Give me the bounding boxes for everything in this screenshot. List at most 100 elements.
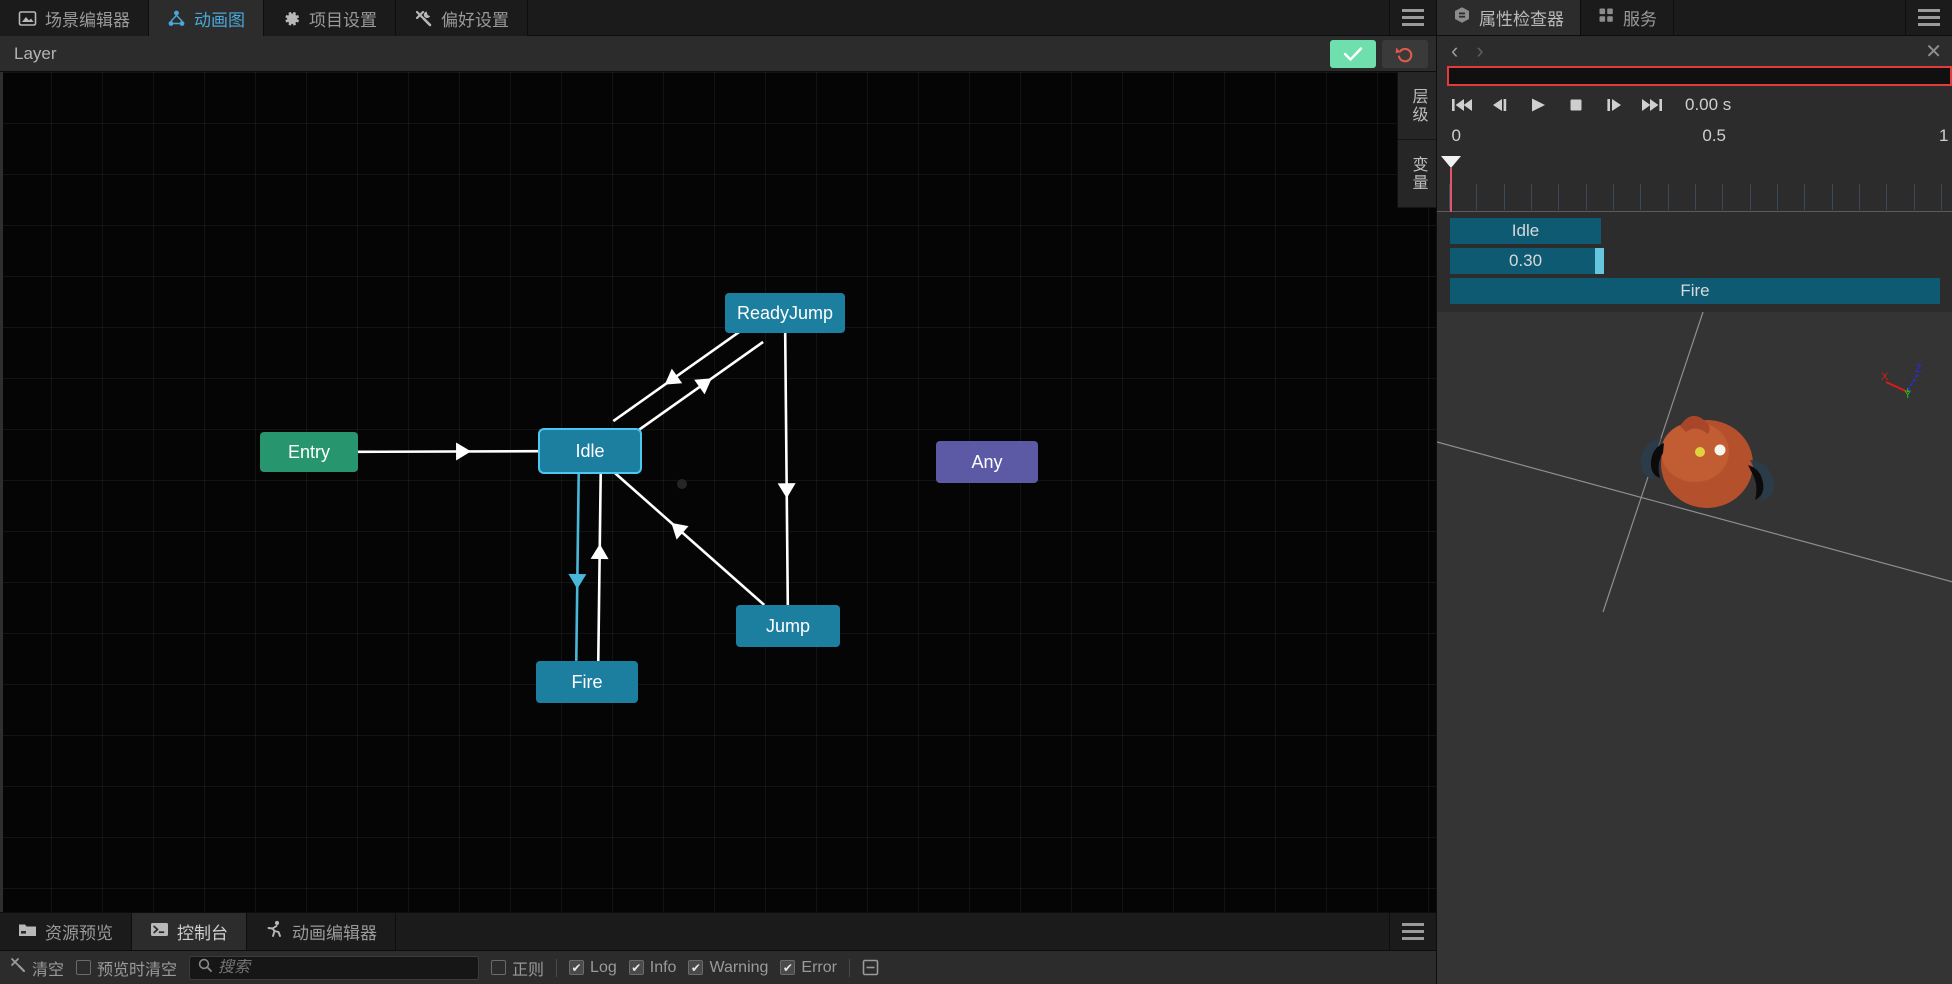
tab-animation-graph-label: 动画图	[194, 10, 245, 30]
regex-checkbox[interactable]	[491, 960, 507, 975]
console-search-box[interactable]	[189, 955, 480, 980]
transition-anchor-dot[interactable]	[677, 479, 687, 489]
warning-checkbox[interactable]	[688, 960, 704, 975]
main-panel-menu-button[interactable]	[1390, 0, 1436, 35]
collapse-logs-button[interactable]	[862, 959, 879, 976]
state-node-any[interactable]: Any	[936, 441, 1038, 483]
inspector-column: 属性检查器 服务 ‹ › ✕ 0.00 s 0 0.5 1 Idle 0.30 …	[1436, 0, 1952, 984]
transition-readyjump-to-idle[interactable]	[612, 322, 752, 423]
console-search-input[interactable]	[218, 958, 471, 977]
playback-transport: 0.00 s	[1437, 86, 1952, 124]
filter-warning[interactable]: Warning	[688, 959, 768, 977]
regex-toggle[interactable]: 正则	[491, 956, 544, 980]
bottom-tab-strip: 资源预览 控制台 动画编辑器	[0, 913, 1436, 951]
ruler-tick	[1886, 184, 1888, 210]
track-row[interactable]: Idle	[1437, 218, 1952, 244]
error-checkbox[interactable]	[780, 960, 796, 975]
transition-arrow	[777, 483, 796, 499]
state-node-entry[interactable]: Entry	[260, 432, 358, 472]
clear-on-play-checkbox[interactable]	[76, 960, 92, 975]
collapse-icon	[862, 959, 879, 976]
clear-on-play-toggle[interactable]: 预览时清空	[76, 956, 177, 980]
ruler-tick	[1449, 184, 1450, 210]
tab-project-settings[interactable]: 项目设置	[264, 0, 396, 36]
bottom-dock: 资源预览 控制台 动画编辑器 清空 预览时清空 搜索 正则 ✔ Log ✔ In…	[0, 912, 1436, 984]
stop-icon[interactable]	[1557, 90, 1595, 120]
filter-error[interactable]: Error	[780, 959, 837, 977]
ruler-label-half: 0.5	[1702, 126, 1727, 145]
nav-back-button[interactable]: ‹	[1451, 40, 1458, 62]
graph-tab-layers[interactable]: 层级	[1398, 72, 1436, 140]
tab-console[interactable]: 控制台	[132, 913, 247, 950]
state-node-readyjump[interactable]: ReadyJump	[725, 293, 845, 333]
inspector-icon	[1453, 6, 1471, 29]
tab-preferences-label: 偏好设置	[441, 10, 509, 30]
playhead-handle[interactable]	[1441, 156, 1462, 168]
wrench-icon	[414, 9, 433, 28]
ruler-tick	[1777, 184, 1778, 210]
step-back-icon[interactable]	[1481, 90, 1519, 120]
state-node-fire[interactable]: Fire	[536, 661, 638, 703]
track-row[interactable]: Fire	[1437, 278, 1952, 304]
transition-idle-to-readyjump[interactable]	[625, 340, 764, 441]
clip-fire[interactable]: Fire	[1450, 278, 1940, 304]
ruler-tick	[1804, 184, 1806, 210]
svg-text:X: X	[1881, 371, 1889, 383]
apply-button[interactable]	[1330, 40, 1376, 68]
revert-button[interactable]	[1382, 40, 1428, 68]
jump-to-end-icon[interactable]	[1633, 90, 1671, 120]
state-node-idle[interactable]: Idle	[540, 430, 640, 472]
tab-asset-preview[interactable]: 资源预览	[0, 913, 132, 950]
axis-gizmo: X Y Z	[1881, 363, 1922, 401]
tab-strip-spacer	[528, 0, 1390, 35]
transition-fire-to-idle[interactable]	[596, 472, 603, 662]
ruler-tick	[1558, 184, 1560, 210]
clear-console-button[interactable]: 清空	[10, 956, 64, 980]
jump-to-start-icon[interactable]	[1443, 90, 1481, 120]
console-icon	[150, 921, 169, 943]
graph-tab-variables[interactable]: 变量	[1398, 140, 1436, 208]
nav-forward-button[interactable]: ›	[1476, 40, 1483, 62]
transition-edges	[357, 322, 796, 662]
transition-idle-to-fire[interactable]	[574, 471, 581, 661]
tab-scene-editor[interactable]: 场景编辑器	[0, 0, 149, 36]
state-graph-canvas[interactable]: Entry Idle ReadyJump Jump Fire Any 层级 变量	[0, 72, 1436, 912]
tab-services[interactable]: 服务	[1581, 0, 1674, 35]
tab-animation-graph[interactable]: 动画图	[149, 0, 264, 36]
play-icon[interactable]	[1519, 90, 1557, 120]
tab-property-inspector[interactable]: 属性检查器	[1437, 0, 1581, 35]
tab-asset-preview-label: 资源预览	[45, 924, 113, 943]
running-icon	[265, 920, 284, 943]
inspector-menu-button[interactable]	[1906, 0, 1952, 35]
search-icon	[198, 958, 212, 977]
info-checkbox[interactable]	[628, 960, 644, 975]
clear-icon	[10, 957, 26, 978]
clip-duration[interactable]: 0.30	[1450, 248, 1601, 274]
clip-duration-handle[interactable]	[1594, 248, 1604, 274]
scene-editor-icon	[18, 9, 37, 28]
graph-side-tabs: 层级 变量	[1397, 72, 1436, 208]
log-checkbox[interactable]	[569, 960, 585, 975]
bottom-tab-spacer	[396, 913, 1390, 950]
track-row[interactable]: 0.30	[1437, 248, 1952, 274]
playhead-row[interactable]	[1437, 156, 1952, 178]
bottom-panel-menu-button[interactable]	[1390, 913, 1436, 950]
filter-log[interactable]: Log	[569, 959, 617, 977]
transition-jump-to-idle[interactable]	[612, 471, 766, 606]
error-label: Error	[801, 958, 837, 976]
teapot-model	[1640, 415, 1775, 508]
state-node-jump[interactable]: Jump	[736, 605, 840, 647]
transition-entry-to-idle[interactable]	[357, 449, 541, 454]
tab-preferences[interactable]: 偏好设置	[396, 0, 528, 36]
clear-on-play-label: 预览时清空	[97, 961, 178, 979]
tab-animation-editor[interactable]: 动画编辑器	[247, 913, 396, 950]
model-preview-viewport[interactable]: X Y Z	[1437, 312, 1952, 984]
step-forward-icon[interactable]	[1595, 90, 1633, 120]
filter-info[interactable]: Info	[628, 959, 676, 977]
close-icon[interactable]: ✕	[1925, 39, 1952, 64]
state-node-label: Any	[971, 451, 1003, 472]
ruler-tick	[1613, 184, 1614, 210]
transition-readyjump-to-jump[interactable]	[783, 332, 790, 606]
timeline-ruler[interactable]: 0 0.5 1	[1437, 124, 1952, 156]
clip-idle[interactable]: Idle	[1450, 218, 1601, 244]
